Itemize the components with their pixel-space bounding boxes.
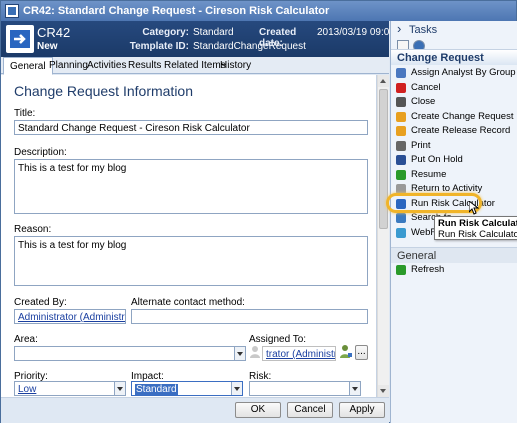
refresh-icon	[396, 265, 406, 275]
tasks-title[interactable]: Tasks	[391, 20, 517, 39]
task-label: Assign Analyst By Group	[411, 67, 516, 78]
title-label: Title:	[14, 108, 36, 119]
ok-button[interactable]: OK	[235, 402, 281, 418]
reason-field-value: This is a test for my blog	[18, 240, 127, 251]
description-field-value: This is a test for my blog	[18, 163, 127, 174]
web-icon	[396, 227, 406, 238]
task-put-on-hold[interactable]: Put On Hold	[395, 153, 517, 167]
created-by-link[interactable]: Administrator (Administrat	[18, 312, 125, 323]
window-title: CR42: Standard Change Request - Cireson …	[23, 5, 330, 17]
scroll-down-icon[interactable]	[378, 385, 389, 397]
assigned-to-link[interactable]: trator (Administrator)	[266, 349, 335, 360]
window-icon	[5, 4, 19, 18]
assign-icon	[396, 68, 406, 78]
assigned-to-browse-button[interactable]: ...	[355, 345, 368, 360]
record-status: New	[37, 41, 58, 52]
task-label: Print	[411, 139, 431, 151]
create-change-icon	[396, 111, 406, 122]
area-dropdown-arrow-icon[interactable]	[234, 347, 245, 360]
task-cancel[interactable]: Cancel	[395, 81, 517, 95]
user-avatar-icon	[249, 345, 261, 359]
category-value: Standard	[193, 27, 234, 38]
highlight-callout	[386, 193, 482, 213]
task-refresh[interactable]: Refresh	[395, 263, 517, 277]
title-bar: CR42: Standard Change Request - Cireson …	[1, 1, 516, 21]
task-label: Create Release Record	[411, 125, 511, 136]
description-label: Description:	[14, 147, 67, 158]
close-icon	[396, 97, 406, 107]
impact-value: Standard	[135, 384, 178, 395]
record-id: CR42	[37, 25, 71, 40]
resume-icon	[396, 169, 406, 180]
alternate-contact-field[interactable]	[131, 309, 368, 324]
print-icon	[396, 140, 406, 151]
search-icon	[396, 213, 406, 223]
general-group-header[interactable]: General	[391, 247, 517, 263]
reason-label: Reason:	[14, 224, 52, 235]
change-request-icon	[6, 25, 34, 53]
task-label: Close	[411, 96, 436, 107]
title-field-value: Standard Change Request - Cireson Risk C…	[18, 123, 250, 134]
category-label: Category:	[142, 27, 189, 38]
task-label: Cancel	[411, 81, 441, 93]
record-header: CR42 New Category: Standard Template ID:…	[1, 21, 413, 57]
cancel-icon	[396, 82, 406, 93]
reason-field[interactable]: This is a test for my blog	[14, 236, 368, 286]
mouse-cursor-icon	[468, 199, 480, 215]
task-label: Create Change Request	[411, 110, 514, 122]
cancel-button[interactable]: Cancel	[287, 402, 333, 418]
priority-dropdown[interactable]: Low	[14, 381, 126, 396]
hold-icon	[396, 155, 406, 165]
alternate-contact-label: Alternate contact method:	[131, 297, 245, 308]
dialog-footer: OK Cancel Apply	[1, 397, 389, 423]
tab-strip: General Planning Activities Results Rela…	[1, 57, 389, 75]
area-label: Area:	[14, 334, 38, 345]
scroll-up-icon[interactable]	[378, 75, 389, 87]
description-field[interactable]: This is a test for my blog	[14, 159, 368, 214]
risk-dropdown[interactable]	[249, 381, 361, 396]
assigned-to-label: Assigned To:	[249, 334, 307, 345]
created-by-field[interactable]: Administrator (Administrat	[14, 309, 126, 324]
assigned-to-field[interactable]: trator (Administrator)	[262, 346, 336, 361]
impact-dropdown-arrow-icon[interactable]	[231, 382, 242, 395]
tab-history[interactable]: History	[214, 57, 257, 74]
task-close[interactable]: Close	[395, 95, 517, 109]
form-vertical-scrollbar[interactable]	[377, 75, 389, 397]
template-id-label: Template ID:	[129, 41, 189, 52]
task-create-change-request[interactable]: Create Change Request	[395, 110, 517, 124]
form-content: Change Request Information Title: Standa…	[1, 75, 377, 397]
priority-value: Low	[18, 384, 37, 395]
risk-dropdown-arrow-icon[interactable]	[349, 382, 360, 395]
task-label: Put On Hold	[411, 154, 463, 165]
priority-dropdown-arrow-icon[interactable]	[114, 382, 125, 395]
title-field[interactable]: Standard Change Request - Cireson Risk C…	[14, 120, 368, 135]
assign-user-icon[interactable]	[339, 343, 353, 361]
create-release-icon	[396, 126, 406, 136]
tooltip-title: Run Risk Calculator	[438, 218, 517, 229]
task-print[interactable]: Print	[395, 139, 517, 153]
area-dropdown[interactable]	[14, 346, 246, 361]
section-title: Change Request Information	[14, 83, 193, 99]
tooltip-body: Run Risk Calculator (CR	[438, 229, 517, 240]
apply-button[interactable]: Apply	[339, 402, 385, 418]
task-resume[interactable]: Resume	[395, 168, 517, 182]
task-label: Refresh	[411, 264, 445, 275]
tooltip: Run Risk Calculator Run Risk Calculator …	[434, 216, 517, 240]
created-date-label: Created date:	[259, 27, 297, 49]
task-label: Resume	[411, 168, 447, 180]
change-request-group-header[interactable]: Change Request	[391, 49, 517, 65]
task-create-release-record[interactable]: Create Release Record	[395, 124, 517, 138]
created-by-label: Created By:	[14, 297, 67, 308]
change-request-window: CR42: Standard Change Request - Cireson …	[0, 0, 517, 423]
impact-dropdown[interactable]: Standard	[131, 381, 243, 396]
task-assign-analyst-by-group[interactable]: Assign Analyst By Group	[395, 66, 517, 80]
